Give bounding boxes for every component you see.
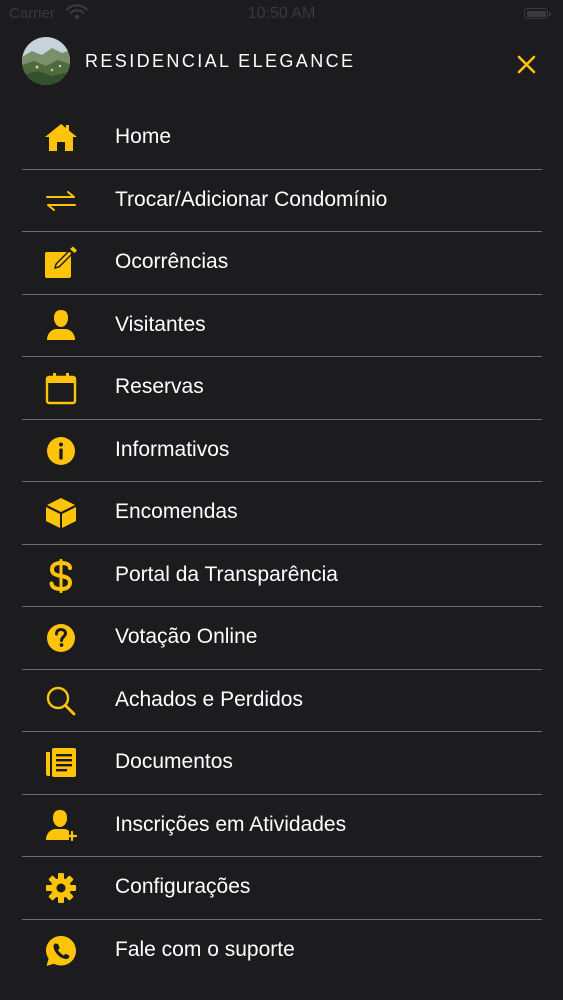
status-time: 10:50 AM — [247, 5, 316, 22]
search-icon — [43, 683, 79, 719]
whatsapp-icon — [43, 933, 79, 969]
menu-item-label: Informativos — [115, 437, 230, 461]
menu-item-label: Fale com o suporte — [115, 937, 295, 961]
menu-item-transparency-portal[interactable]: Portal da Transparência — [22, 545, 542, 607]
menu-item-label: Inscrições em Atividades — [115, 812, 347, 836]
person-icon — [43, 308, 79, 344]
menu-item-packages[interactable]: Encomendas — [22, 482, 542, 545]
drawer-menu: Home Trocar/Adicionar Condomínio Ocorrên… — [22, 107, 542, 981]
menu-item-label: Documentos — [115, 750, 233, 773]
menu-item-switch-condo[interactable]: Trocar/Adicionar Condomínio — [22, 170, 542, 232]
menu-item-lost-and-found[interactable]: Achados e Perdidos — [22, 670, 542, 732]
document-icon — [43, 745, 79, 781]
battery-icon — [524, 8, 551, 19]
menu-item-visitors[interactable]: Visitantes — [22, 295, 542, 357]
menu-item-occurrences[interactable]: Ocorrências — [22, 232, 542, 295]
menu-item-support[interactable]: Fale com o suporte — [22, 920, 542, 982]
swap-arrows-icon — [43, 183, 79, 219]
menu-item-label: Trocar/Adicionar Condomínio — [115, 187, 388, 211]
menu-item-label: Portal da Transparência — [115, 562, 338, 586]
person-add-icon — [43, 808, 79, 844]
condo-title: RESIDENCIAL ELEGANCE — [85, 51, 356, 71]
menu-item-label: Home — [115, 125, 172, 148]
menu-item-news[interactable]: Informativos — [22, 420, 542, 482]
menu-item-activity-registration[interactable]: Inscrições em Atividades — [22, 795, 542, 857]
menu-item-label: Achados e Perdidos — [115, 687, 303, 711]
info-icon — [43, 433, 79, 469]
status-bar: Carrier 10:50 AM — [0, 0, 563, 28]
dollar-icon — [43, 558, 79, 594]
menu-item-online-voting[interactable]: Votação Online — [22, 607, 542, 670]
edit-icon — [43, 245, 79, 281]
home-icon — [43, 120, 79, 156]
close-icon[interactable] — [513, 50, 541, 78]
condo-avatar — [22, 37, 70, 85]
drawer-header: RESIDENCIAL ELEGANCE — [0, 36, 563, 88]
menu-item-documents[interactable]: Documentos — [22, 732, 542, 795]
menu-item-label: Visitantes — [115, 312, 206, 336]
menu-item-label: Ocorrências — [115, 250, 229, 273]
menu-item-home[interactable]: Home — [22, 107, 542, 170]
calendar-icon — [43, 370, 79, 406]
menu-item-label: Votação Online — [115, 625, 258, 648]
package-icon — [43, 495, 79, 531]
gear-icon — [43, 870, 79, 906]
menu-item-reservations[interactable]: Reservas — [22, 357, 542, 420]
question-icon — [43, 620, 79, 656]
menu-item-settings[interactable]: Configurações — [22, 857, 542, 920]
menu-item-label: Encomendas — [115, 500, 238, 523]
menu-item-label: Configurações — [115, 875, 251, 898]
menu-item-label: Reservas — [115, 375, 204, 398]
